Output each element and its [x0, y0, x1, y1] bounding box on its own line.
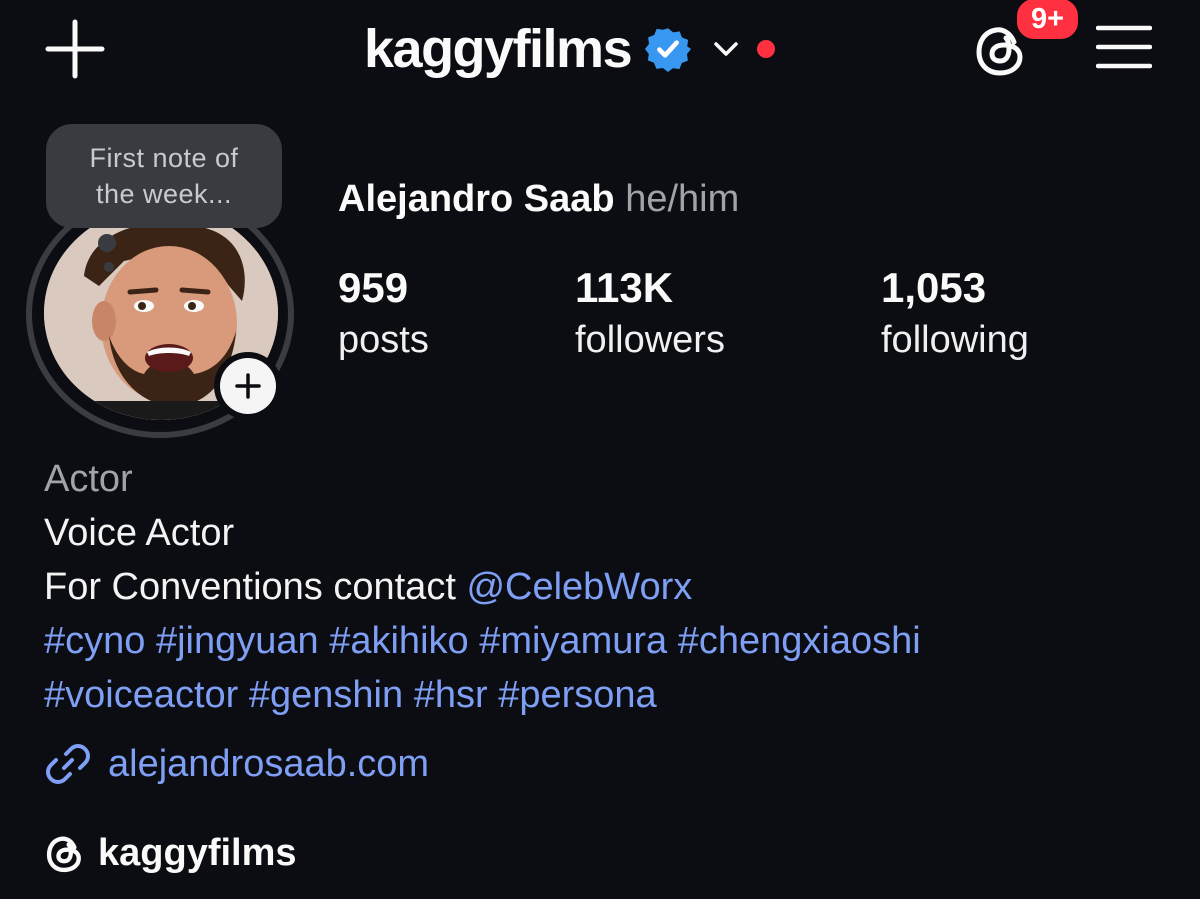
full-name: Alejandro Saab — [338, 178, 615, 220]
account-switcher[interactable]: kaggyfilms — [364, 14, 776, 84]
followers-count: 113K — [575, 264, 674, 311]
note-bubble[interactable]: First note of the week... — [46, 124, 282, 228]
hashtag-link[interactable]: #cyno — [44, 620, 145, 662]
hashtag-link[interactable]: #miyamura — [479, 620, 667, 662]
hashtag-line-2: #voiceactor #genshin #hsr #persona — [44, 674, 657, 717]
hashtag-link[interactable]: #hsr — [414, 674, 488, 716]
chevron-down-icon[interactable] — [711, 34, 741, 64]
hashtag-line-1: #cyno #jingyuan #akihiko #miyamura #chen… — [44, 620, 921, 663]
website-link[interactable]: alejandrosaab.com — [44, 740, 429, 788]
followers-label: followers — [575, 319, 725, 361]
bio-line-2: For Conventions contact @CelebWorx — [44, 566, 692, 609]
stat-following[interactable]: 1,053 following — [881, 262, 1029, 366]
posts-count: 959 — [338, 264, 409, 311]
website-text: alejandrosaab.com — [108, 742, 430, 785]
threads-icon — [44, 833, 86, 875]
notification-count-badge: 9+ — [1014, 0, 1082, 42]
stat-posts[interactable]: 959 posts — [338, 262, 429, 366]
profile-category: Actor — [44, 458, 133, 500]
threads-handle: kaggyfilms — [98, 832, 297, 874]
posts-label: posts — [338, 319, 429, 361]
hashtag-link[interactable]: #jingyuan — [156, 620, 319, 662]
bio-contact-text: For Conventions contact — [44, 566, 467, 608]
link-icon — [44, 740, 92, 788]
note-tail-dot-small — [104, 262, 114, 272]
following-count: 1,053 — [881, 264, 987, 311]
hashtag-link[interactable]: #chengxiaoshi — [678, 620, 921, 662]
username-title: kaggyfilms — [364, 19, 633, 79]
create-plus-icon[interactable] — [44, 18, 106, 80]
unread-dot — [757, 40, 776, 58]
pronouns: he/him — [625, 178, 740, 220]
profile-name-row: Alejandro Saab he/him — [338, 178, 739, 221]
following-label: following — [881, 319, 1029, 361]
verified-badge-icon — [645, 26, 692, 72]
note-tail-dot — [98, 234, 116, 252]
threads-profile-link[interactable]: kaggyfilms — [44, 832, 297, 875]
hashtag-link[interactable]: #genshin — [249, 674, 403, 716]
bio-line-1: Voice Actor — [44, 512, 235, 554]
hashtag-link[interactable]: #persona — [498, 674, 656, 716]
mention-link[interactable]: @CelebWorx — [466, 566, 692, 608]
plus-icon — [235, 373, 261, 399]
stat-followers[interactable]: 113K followers — [575, 262, 725, 366]
hamburger-menu-icon[interactable] — [1096, 24, 1152, 70]
note-text-line2: the week... — [95, 179, 233, 209]
hashtag-link[interactable]: #voiceactor — [44, 674, 238, 716]
hashtag-link[interactable]: #akihiko — [329, 620, 468, 662]
add-story-button[interactable] — [214, 352, 282, 420]
note-text-line1: First note of — [89, 143, 239, 173]
